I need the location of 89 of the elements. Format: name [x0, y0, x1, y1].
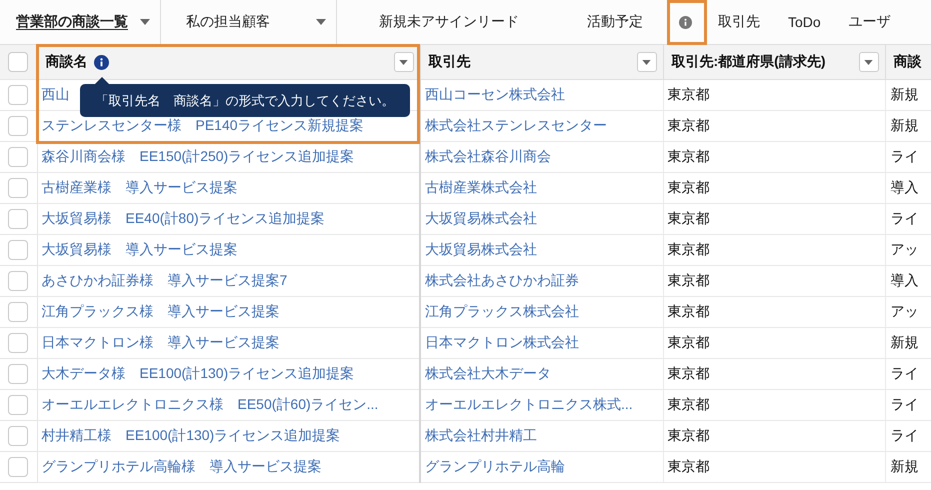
row-checkbox[interactable] — [8, 209, 28, 229]
row-checkbox[interactable] — [8, 147, 28, 167]
table-cell: 東京都 — [668, 241, 710, 257]
nav-tab[interactable]: ToDo — [772, 0, 833, 44]
row-checkbox[interactable] — [8, 457, 28, 477]
column-header[interactable]: 商談名 — [37, 45, 420, 80]
table-cell: 東京都 — [668, 179, 710, 195]
nav-tab[interactable]: 営業部の商談一覧 — [0, 0, 134, 44]
column-menu-button[interactable] — [636, 52, 656, 72]
info-icon[interactable] — [94, 54, 108, 70]
record-link[interactable]: オーエルエレクトロニクス株式... — [425, 396, 633, 412]
row-checkbox[interactable] — [8, 240, 28, 260]
record-link[interactable]: グランプリホテル高輪 — [425, 458, 565, 474]
record-link[interactable]: 株式会社村井精工 — [425, 427, 537, 443]
record-link[interactable]: 株式会社森谷川商会 — [425, 148, 551, 164]
table-cell: ライ — [890, 148, 918, 164]
table-cell: ライ — [890, 427, 918, 443]
table-cell: アッ — [890, 303, 918, 319]
nav-tab[interactable]: 新規未アサインリード — [337, 0, 553, 44]
record-link[interactable]: 株式会社あさひかわ証券 — [425, 272, 579, 288]
row-checkbox[interactable] — [8, 395, 28, 415]
record-link[interactable]: 大坂貿易様 導入サービス提案 — [42, 241, 238, 257]
nav-tab[interactable]: 活動予定 — [553, 0, 677, 44]
table-cell: 東京都 — [668, 365, 710, 381]
record-link[interactable]: 大坂貿易様 EE40(計80)ライセンス追加提案 — [42, 210, 325, 226]
record-link[interactable]: 大木データ様 EE100(計130)ライセンス追加提案 — [42, 365, 354, 381]
table-cell: 東京都 — [668, 210, 710, 226]
table-cell: 東京都 — [668, 303, 710, 319]
nav-tab[interactable]: ユーザ — [832, 0, 903, 44]
table-cell: 東京都 — [668, 458, 710, 474]
column-menu-button[interactable] — [858, 52, 878, 72]
caret-icon — [140, 19, 150, 25]
caret-icon — [399, 60, 408, 64]
row-checkbox[interactable] — [8, 302, 28, 322]
record-link[interactable]: 西山 — [42, 86, 70, 102]
table-cell: アッ — [890, 241, 918, 257]
table-cell: 東京都 — [668, 396, 710, 412]
row-checkbox[interactable] — [8, 116, 28, 136]
row-checkbox[interactable] — [8, 333, 28, 353]
row-checkbox[interactable] — [8, 178, 28, 198]
caret-icon — [864, 60, 873, 64]
record-link[interactable]: 西山コーセン株式会社 — [425, 86, 565, 102]
table-cell: 新規 — [890, 117, 918, 133]
table-cell: 東京都 — [668, 148, 710, 164]
record-link[interactable]: 株式会社大木データ — [425, 365, 551, 381]
record-link[interactable]: グランプリホテル高輪様 導入サービス提案 — [42, 458, 322, 474]
row-checkbox[interactable] — [8, 85, 28, 105]
caret-icon — [642, 60, 651, 64]
row-checkbox[interactable] — [8, 426, 28, 446]
nav-tab[interactable]: 取引先 — [702, 0, 772, 44]
record-link[interactable]: 森谷川商会様 EE150(計250)ライセンス追加提案 — [42, 148, 354, 164]
record-link[interactable]: 日本マクトロン株式会社 — [425, 334, 579, 350]
table-cell: 導入 — [890, 272, 918, 288]
record-link[interactable]: 大坂貿易株式会社 — [425, 241, 537, 257]
table-cell: ライ — [890, 365, 918, 381]
table-cell: 東京都 — [668, 334, 710, 350]
record-link[interactable]: 大坂貿易株式会社 — [425, 210, 537, 226]
table-cell: 東京都 — [668, 272, 710, 288]
table-cell: 新規 — [890, 334, 918, 350]
table-cell: 東京都 — [668, 86, 710, 102]
row-checkbox[interactable] — [8, 364, 28, 384]
record-link[interactable]: 株式会社ステンレスセンター — [425, 117, 607, 133]
row-checkbox[interactable] — [8, 271, 28, 291]
record-link[interactable]: 村井精工様 EE100(計130)ライセンス追加提案 — [42, 427, 340, 443]
record-link[interactable]: あさひかわ証券様 導入サービス提案7 — [42, 272, 288, 288]
checkbox[interactable] — [8, 52, 28, 72]
table-cell: 新規 — [890, 86, 918, 102]
record-link[interactable]: 江角プラックス様 導入サービス提案 — [42, 303, 280, 319]
record-link[interactable]: 江角プラックス株式会社 — [425, 303, 579, 319]
table-cell: 導入 — [890, 179, 918, 195]
record-link[interactable]: 古樹産業株式会社 — [425, 179, 537, 195]
nav-tab[interactable]: 私の担当顧客 — [161, 0, 310, 44]
record-link[interactable]: オーエルエレクトロニクス様 EE50(計60)ライセン... — [42, 396, 378, 412]
column-header[interactable]: 取引先:都道府県(請求先) — [663, 45, 885, 80]
table-cell: 東京都 — [668, 117, 710, 133]
highlight-box — [667, 0, 707, 45]
column-menu-button[interactable] — [394, 52, 414, 72]
table-cell: 新規 — [890, 458, 918, 474]
record-link[interactable]: ステンレスセンター様 PE140ライセンス新規提案 — [42, 117, 364, 133]
table-cell: ライ — [890, 210, 918, 226]
record-link[interactable]: 日本マクトロン様 導入サービス提案 — [42, 334, 280, 350]
tooltip: 「取引先名 商談名」の形式で入力してください。 — [80, 84, 410, 117]
table-cell: 東京都 — [668, 427, 710, 443]
column-header[interactable]: 商談 — [885, 45, 931, 80]
caret-icon — [316, 19, 326, 25]
table-cell: ライ — [890, 396, 918, 412]
info-icon[interactable] — [679, 16, 692, 28]
record-link[interactable]: 古樹産業様 導入サービス提案 — [42, 179, 238, 195]
column-header[interactable]: 取引先 — [420, 45, 663, 80]
